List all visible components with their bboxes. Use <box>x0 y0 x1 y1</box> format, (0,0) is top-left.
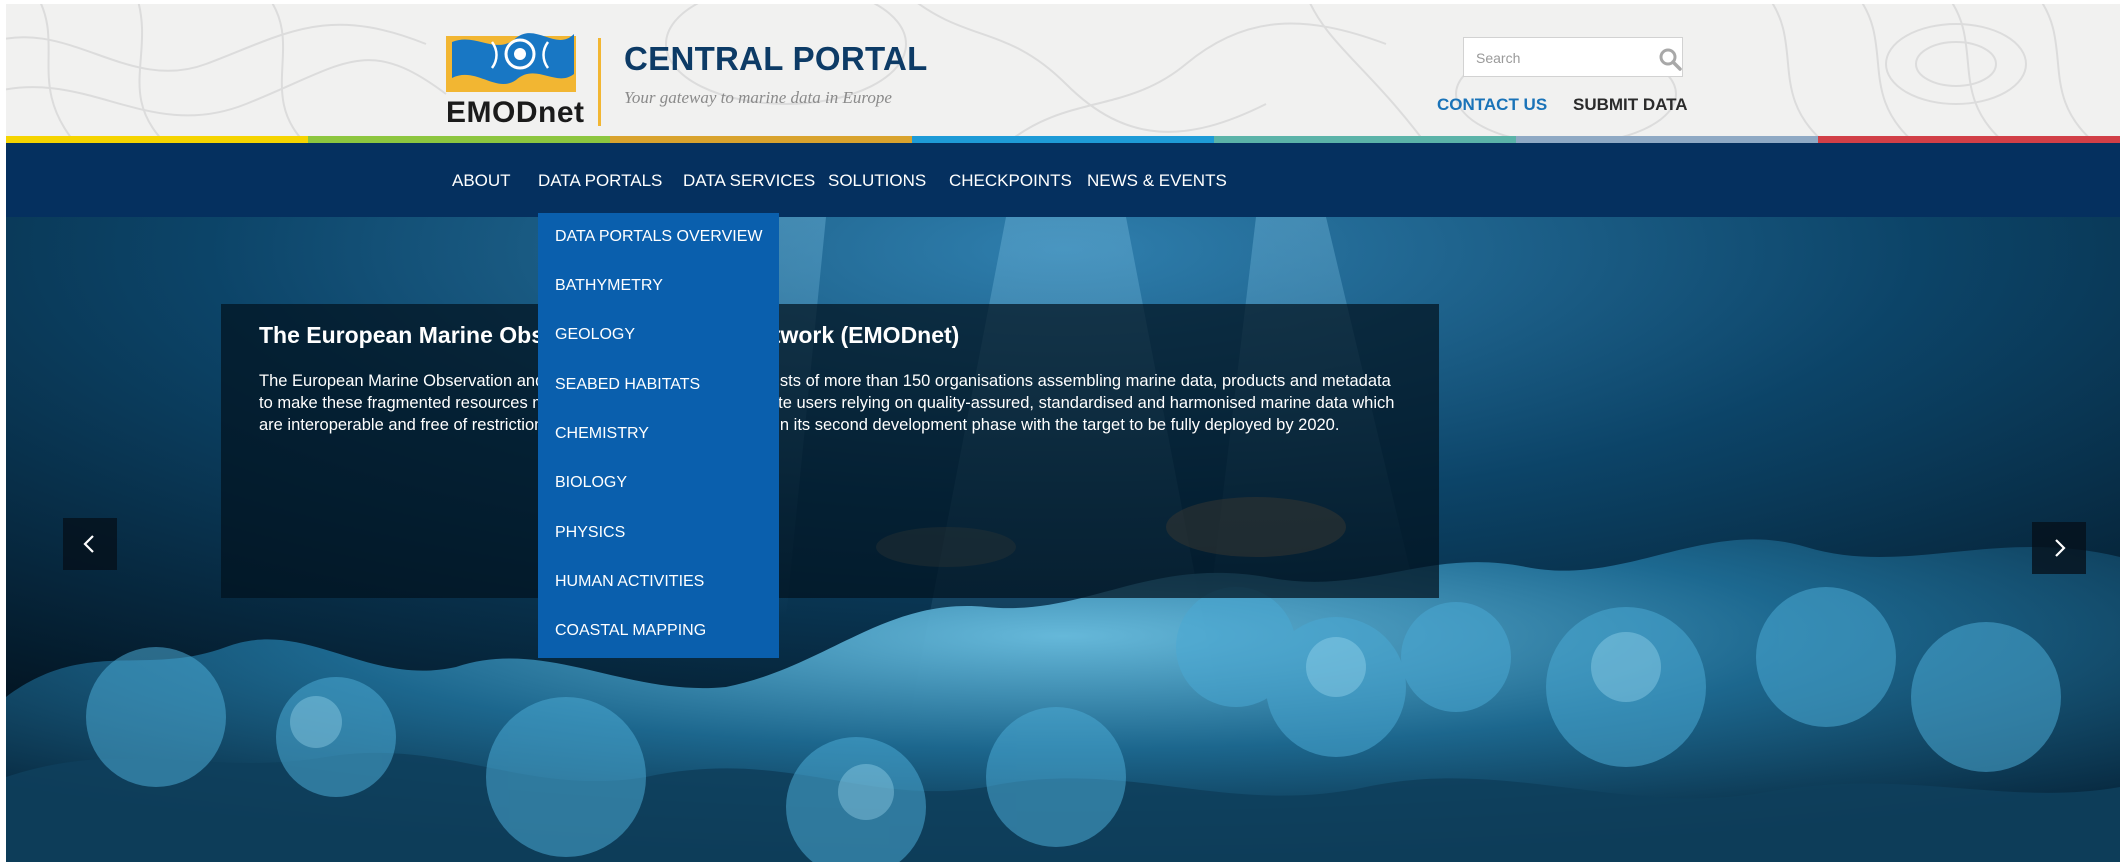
dropdown-item-physics[interactable]: PHYSICS <box>555 524 625 542</box>
search-icon[interactable] <box>1658 47 1682 71</box>
dropdown-item-chemistry[interactable]: CHEMISTRY <box>555 425 649 443</box>
search-box <box>1463 37 1683 77</box>
dropdown-item-bathymetry[interactable]: BATHYMETRY <box>555 277 663 295</box>
nav-item-solutions[interactable]: SOLUTIONS <box>828 171 926 191</box>
color-strip-segment <box>308 136 610 143</box>
dropdown-item-coastal-mapping[interactable]: COASTAL MAPPING <box>555 622 706 640</box>
nav-item-about[interactable]: ABOUT <box>452 171 511 191</box>
logo-divider <box>598 38 601 126</box>
data-portals-dropdown: DATA PORTALS OVERVIEW BATHYMETRY GEOLOGY… <box>538 213 779 658</box>
color-strip-segment <box>1818 136 2120 143</box>
page: EMODnet CENTRAL PORTAL Your gateway to m… <box>0 0 2120 862</box>
color-strip <box>6 136 2120 143</box>
dropdown-item-seabed-habitats[interactable]: SEABED HABITATS <box>555 376 700 394</box>
nav-item-news-events[interactable]: NEWS & EVENTS <box>1087 171 1227 191</box>
color-strip-segment <box>6 136 308 143</box>
logo-text[interactable]: EMODnet <box>446 96 585 130</box>
hero-caption-body: The European Marine Observation and Data… <box>259 372 1395 434</box>
hero-slider: The European Marine Observation and Data… <box>6 217 2120 862</box>
hero-caption: The European Marine Observation and Data… <box>221 304 1439 598</box>
main-nav: ABOUT DATA PORTALS DATA SERVICES SOLUTIO… <box>6 143 2120 217</box>
slider-next-button[interactable] <box>2032 522 2086 574</box>
search-input[interactable] <box>1474 46 1648 70</box>
nav-item-data-services[interactable]: DATA SERVICES <box>683 171 815 191</box>
dropdown-item-biology[interactable]: BIOLOGY <box>555 474 627 492</box>
slider-prev-button[interactable] <box>63 518 117 570</box>
contour-background <box>6 4 2089 136</box>
submit-data-link[interactable]: SUBMIT DATA <box>1573 95 1688 115</box>
dropdown-item-human-activities[interactable]: HUMAN ACTIVITIES <box>555 573 704 591</box>
nav-item-checkpoints[interactable]: CHECKPOINTS <box>949 171 1072 191</box>
site-header: EMODnet CENTRAL PORTAL Your gateway to m… <box>6 4 2120 136</box>
chevron-left-icon <box>83 535 94 553</box>
site-tagline: Your gateway to marine data in Europe <box>624 88 892 107</box>
dropdown-item-data-portals-overview[interactable]: DATA PORTALS OVERVIEW <box>555 228 762 246</box>
color-strip-segment <box>610 136 912 143</box>
color-strip-segment <box>1516 136 1818 143</box>
contact-us-link[interactable]: CONTACT US <box>1437 95 1547 115</box>
color-strip-segment <box>912 136 1214 143</box>
dropdown-item-geology[interactable]: GEOLOGY <box>555 326 635 344</box>
site-title: CENTRAL PORTAL <box>624 40 928 77</box>
color-strip-segment <box>1214 136 1516 143</box>
nav-item-data-portals[interactable]: DATA PORTALS <box>538 171 662 191</box>
chevron-right-icon <box>2055 539 2066 557</box>
